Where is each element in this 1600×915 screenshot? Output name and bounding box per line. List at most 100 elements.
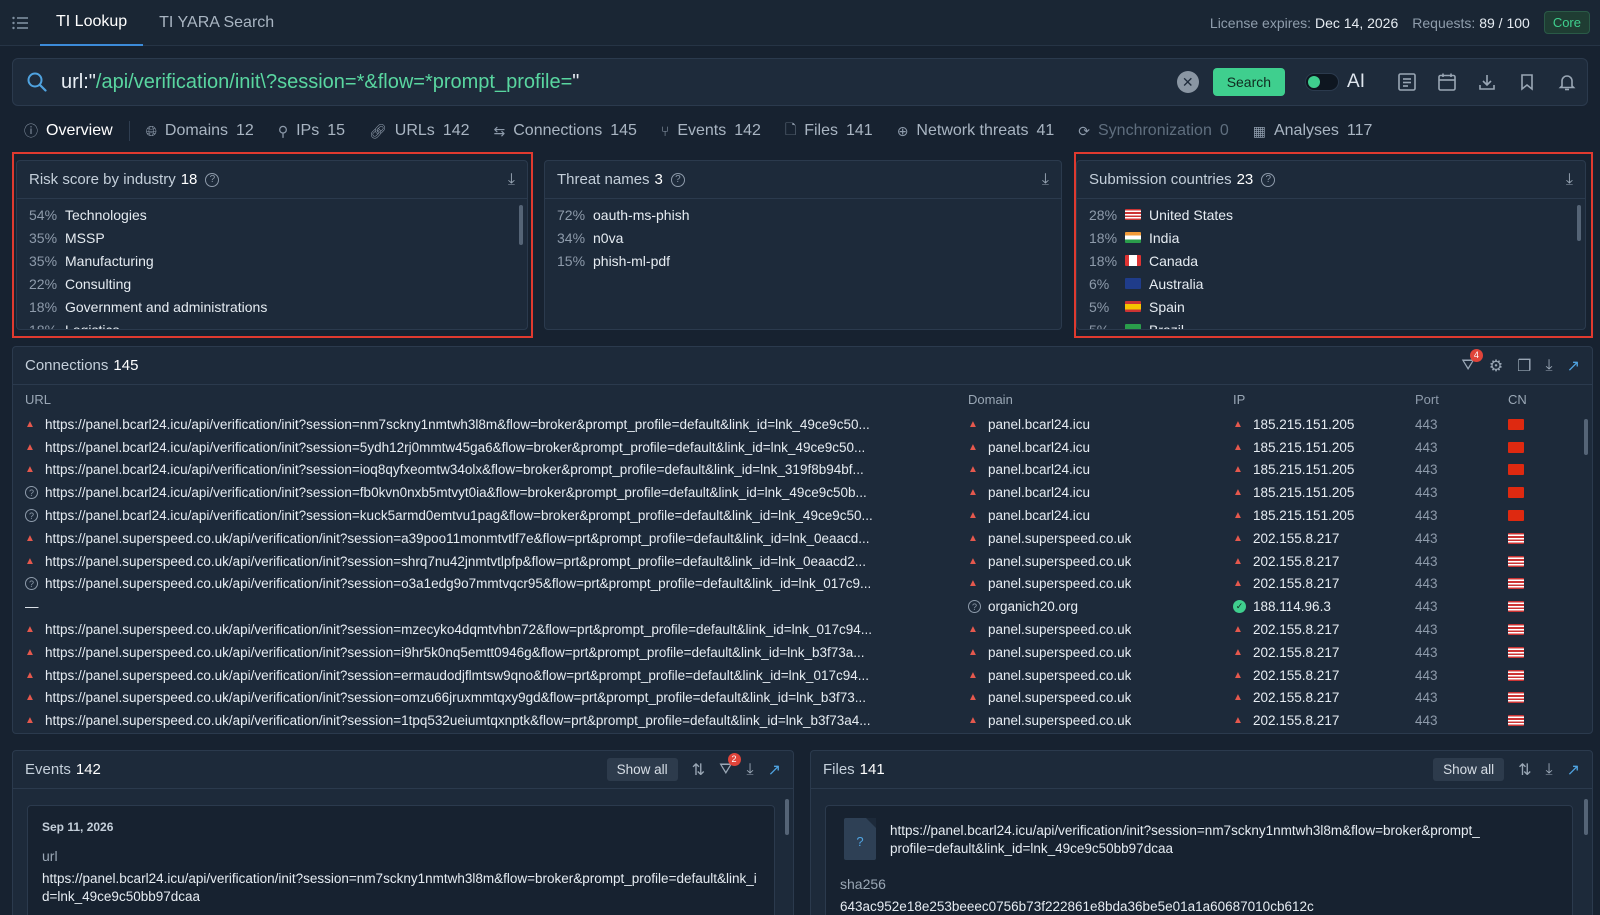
download-icon[interactable]: ⤓ — [747, 761, 754, 779]
table-row[interactable]: ? https://panel.bcarl24.icu/api/verificat… — [13, 481, 1592, 504]
stat-row[interactable]: 18% Logistics — [29, 318, 515, 330]
table-row[interactable]: ▲ https://panel.superspeed.co.uk/api/veri… — [13, 664, 1592, 687]
ip-cell[interactable]: ▲ 202.155.8.217 — [1233, 645, 1403, 660]
search-input[interactable]: url:"/api/verification/init\?session=*&f… — [61, 71, 1177, 94]
menu-icon[interactable] — [0, 0, 40, 46]
domain-cell[interactable]: ▲ panel.superspeed.co.uk — [968, 668, 1218, 683]
download-icon[interactable]: ⤓ — [1546, 357, 1553, 375]
url-cell[interactable]: ▲ https://panel.superspeed.co.uk/api/veri… — [25, 690, 955, 705]
domain-cell[interactable]: ▲ panel.bcarl24.icu — [968, 508, 1218, 523]
sort-icon[interactable]: ⇅ — [1518, 760, 1531, 780]
col-cn[interactable]: CN — [1508, 392, 1538, 407]
ip-cell[interactable]: ▲ 202.155.8.217 — [1233, 668, 1403, 683]
stat-row[interactable]: 28% United States — [1089, 203, 1573, 226]
filter-icon[interactable]: ⛛ 4 — [1461, 348, 1483, 375]
ip-cell[interactable]: ▲ 185.215.151.205 — [1233, 462, 1403, 477]
url-cell[interactable]: ▲ https://panel.superspeed.co.uk/api/veri… — [25, 668, 955, 683]
query-doc-icon[interactable] — [1387, 62, 1427, 102]
ai-toggle[interactable] — [1305, 73, 1340, 91]
download-icon[interactable]: ⤓ — [1546, 761, 1553, 779]
table-row[interactable]: ▲ https://panel.superspeed.co.uk/api/veri… — [13, 709, 1592, 732]
table-row[interactable]: ▲ https://panel.bcarl24.icu/api/verificat… — [13, 436, 1592, 459]
col-port[interactable]: Port — [1415, 392, 1475, 407]
url-cell[interactable]: ▲ https://panel.bcarl24.icu/api/verificat… — [25, 417, 955, 432]
url-cell[interactable]: ? https://panel.bcarl24.icu/api/verificat… — [25, 508, 955, 523]
table-row[interactable]: ? https://panel.superspeed.co.uk/api/veri… — [13, 573, 1592, 596]
url-cell[interactable]: ▲ https://panel.superspeed.co.uk/api/veri… — [25, 554, 955, 569]
tab-analyses[interactable]: ▦ Analyses 117 — [1241, 122, 1385, 140]
ip-cell[interactable]: ▲ 185.215.151.205 — [1233, 485, 1403, 500]
domain-cell[interactable]: ▲ panel.superspeed.co.uk — [968, 622, 1218, 637]
url-cell[interactable]: ▲ https://panel.superspeed.co.uk/api/veri… — [25, 713, 955, 728]
ip-cell[interactable]: ▲ 202.155.8.217 — [1233, 622, 1403, 637]
domain-cell[interactable]: ▲ panel.superspeed.co.uk — [968, 690, 1218, 705]
tab-network-threats[interactable]: ⊕ Network threats 41 — [885, 122, 1067, 140]
tab-files[interactable]: 🗋︎ Files 141 — [773, 119, 885, 143]
ip-cell[interactable]: ▲ 202.155.8.217 — [1233, 531, 1403, 546]
table-row[interactable]: ▲ https://panel.superspeed.co.uk/api/veri… — [13, 687, 1592, 710]
ip-cell[interactable]: ▲ 202.155.8.217 — [1233, 554, 1403, 569]
open-external-icon[interactable]: ↗ — [1567, 760, 1580, 780]
bookmark-icon[interactable] — [1507, 62, 1547, 102]
stat-row[interactable]: 35% MSSP — [29, 226, 515, 249]
open-external-icon[interactable]: ↗ — [768, 760, 781, 780]
ip-cell[interactable]: ▲ 202.155.8.217 — [1233, 690, 1403, 705]
files-show-all-button[interactable]: Show all — [1433, 758, 1505, 781]
url-cell[interactable]: ▲ https://panel.bcarl24.icu/api/verificat… — [25, 440, 955, 455]
tab-overview[interactable]: ⓘ Overview — [12, 121, 130, 141]
scrollbar[interactable] — [1584, 419, 1588, 455]
table-row[interactable]: —? organich20.org ✓ 188.114.96.3 443 — [13, 595, 1592, 618]
domain-cell[interactable]: ▲ panel.superspeed.co.uk — [968, 645, 1218, 660]
ip-cell[interactable]: ✓ 188.114.96.3 — [1233, 599, 1403, 614]
url-cell[interactable]: ▲ https://panel.bcarl24.icu/api/verificat… — [25, 462, 955, 477]
scrollbar[interactable] — [1577, 205, 1581, 241]
tab-ti-yara-search[interactable]: TI YARA Search — [143, 0, 290, 46]
sort-icon[interactable]: ⇅ — [692, 760, 705, 780]
bell-icon[interactable] — [1547, 62, 1587, 102]
tab-synchronization[interactable]: ⟳ Synchronization 0 — [1066, 122, 1240, 140]
domain-cell[interactable]: ▲ panel.superspeed.co.uk — [968, 576, 1218, 591]
events-show-all-button[interactable]: Show all — [606, 758, 678, 781]
stat-row[interactable]: 6% Australia — [1089, 272, 1573, 295]
help-icon[interactable]: ? — [1261, 172, 1276, 187]
download-icon[interactable]: ⤓ — [1042, 171, 1049, 189]
url-cell[interactable]: ? https://panel.bcarl24.icu/api/verificat… — [25, 485, 955, 500]
domain-cell[interactable]: ▲ panel.bcarl24.icu — [968, 462, 1218, 477]
domain-cell[interactable]: ▲ panel.superspeed.co.uk — [968, 554, 1218, 569]
ip-cell[interactable]: ▲ 202.155.8.217 — [1233, 576, 1403, 591]
stat-row[interactable]: 5% Spain — [1089, 295, 1573, 318]
domain-cell[interactable]: ▲ panel.superspeed.co.uk — [968, 531, 1218, 546]
tab-urls[interactable]: 🔗︎ URLs 142 — [357, 122, 482, 140]
stat-row[interactable]: 18% Canada — [1089, 249, 1573, 272]
filter-icon[interactable]: ⛛ 2 — [719, 752, 741, 779]
domain-cell[interactable]: ? organich20.org — [968, 599, 1218, 614]
tab-events[interactable]: ⑂ Events 142 — [649, 122, 773, 140]
scrollbar[interactable] — [519, 205, 523, 245]
tab-domains[interactable]: 🌐︎ Domains 12 — [134, 122, 266, 140]
file-card[interactable]: ? https://panel.bcarl24.icu/api/verifica… — [825, 805, 1573, 915]
event-card[interactable]: Sep 11, 2026 url https://panel.bcarl24.i… — [27, 805, 775, 915]
url-cell[interactable]: ▲ https://panel.superspeed.co.uk/api/veri… — [25, 622, 955, 637]
copy-icon[interactable]: ❐ — [1517, 356, 1531, 376]
table-row[interactable]: ▲ https://panel.bcarl24.icu/api/verificat… — [13, 413, 1592, 436]
table-row[interactable]: ▲ https://panel.superspeed.co.uk/api/veri… — [13, 641, 1592, 664]
help-icon[interactable]: ? — [205, 172, 220, 187]
tab-ips[interactable]: ⚲ IPs 15 — [266, 122, 357, 140]
col-domain[interactable]: Domain — [968, 392, 1218, 407]
tab-connections[interactable]: ⇆ Connections 145 — [482, 122, 649, 140]
url-cell[interactable]: — — [25, 599, 955, 614]
scrollbar[interactable] — [1584, 799, 1588, 835]
url-cell[interactable]: ▲ https://panel.superspeed.co.uk/api/veri… — [25, 645, 955, 660]
domain-cell[interactable]: ▲ panel.superspeed.co.uk — [968, 713, 1218, 728]
scrollbar[interactable] — [785, 799, 789, 835]
stat-row[interactable]: 5% Brazil — [1089, 318, 1573, 329]
table-row[interactable]: ▲ https://panel.bcarl24.icu/api/verificat… — [13, 459, 1592, 482]
table-row[interactable]: ? https://panel.bcarl24.icu/api/verificat… — [13, 504, 1592, 527]
tab-ti-lookup[interactable]: TI Lookup — [40, 0, 144, 46]
table-row[interactable]: ▲ https://panel.superspeed.co.uk/api/veri… — [13, 550, 1592, 573]
stat-row[interactable]: 54% Technologies — [29, 203, 515, 226]
ip-cell[interactable]: ▲ 185.215.151.205 — [1233, 508, 1403, 523]
stat-row[interactable]: 18% Government and administrations — [29, 295, 515, 318]
download-icon[interactable]: ⤓ — [1566, 171, 1573, 189]
stat-row[interactable]: 72% oauth-ms-phish — [557, 203, 1049, 226]
